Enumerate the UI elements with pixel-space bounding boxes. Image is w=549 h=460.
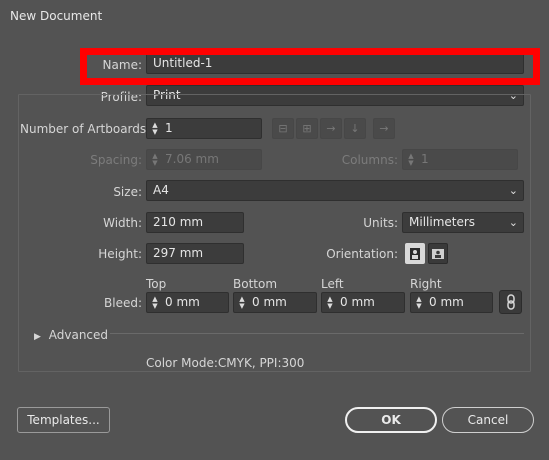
- units-label: Units:: [363, 216, 398, 230]
- stepper-icon[interactable]: ▲ ▼: [149, 294, 161, 311]
- bleed-bottom-stepper[interactable]: ▲ ▼ 0 mm: [233, 292, 317, 313]
- bleed-right-value: 0 mm: [429, 295, 464, 309]
- stepper-icon[interactable]: ▲ ▼: [324, 294, 336, 311]
- size-value: A4: [153, 183, 169, 197]
- width-label: Width:: [103, 216, 142, 230]
- grid-by-column-icon[interactable]: ⊞: [296, 118, 318, 139]
- ok-button[interactable]: OK: [345, 407, 437, 433]
- columns-stepper[interactable]: ▲ ▼ 1: [402, 149, 518, 170]
- color-mode-info: Color Mode:CMYK, PPI:300: [146, 356, 305, 370]
- size-label: Size:: [113, 185, 142, 199]
- link-icon[interactable]: [499, 290, 522, 314]
- artboards-label: Number of Artboards:: [20, 122, 151, 136]
- bleed-right-label: Right: [410, 277, 442, 291]
- bleed-right-stepper[interactable]: ▲ ▼ 0 mm: [410, 292, 493, 313]
- cancel-button[interactable]: Cancel: [442, 407, 534, 433]
- orientation-label: Orientation:: [326, 247, 398, 261]
- bleed-top-stepper[interactable]: ▲ ▼ 0 mm: [146, 292, 229, 313]
- units-dropdown[interactable]: Millimeters ⌄: [402, 212, 524, 233]
- grid-by-row-icon[interactable]: ⊟: [272, 118, 294, 139]
- name-input[interactable]: Untitled-1: [146, 53, 524, 74]
- columns-label: Columns:: [341, 153, 398, 167]
- advanced-label: Advanced: [48, 328, 109, 342]
- stepper-icon[interactable]: ▲ ▼: [149, 120, 161, 137]
- name-label: Name:: [102, 58, 142, 72]
- size-dropdown[interactable]: A4 ⌄: [146, 180, 524, 201]
- bleed-bottom-label: Bottom: [233, 277, 278, 291]
- landscape-icon[interactable]: [428, 243, 448, 264]
- artboards-stepper[interactable]: ▲ ▼ 1: [146, 118, 262, 139]
- advanced-toggle[interactable]: ▶ Advanced: [34, 328, 108, 342]
- stepper-icon[interactable]: ▲ ▼: [413, 294, 425, 311]
- chevron-down-icon: ⌄: [508, 216, 518, 229]
- name-value: Untitled-1: [153, 56, 213, 70]
- stepper-icon[interactable]: ▲ ▼: [405, 151, 417, 168]
- spacing-stepper[interactable]: ▲ ▼ 7.06 mm: [146, 149, 262, 170]
- bleed-bottom-value: 0 mm: [252, 295, 287, 309]
- spacing-label: Spacing:: [90, 153, 142, 167]
- new-document-dialog: Name: Untitled-1 Profile: Print ⌄ Number…: [0, 32, 549, 460]
- chevron-down-icon: ⌄: [508, 184, 518, 197]
- bleed-top-label: Top: [146, 277, 167, 291]
- title-bar: New Document: [0, 0, 549, 32]
- arrange-by-row-icon[interactable]: →: [320, 118, 342, 139]
- height-input[interactable]: 297 mm: [146, 243, 244, 264]
- triangle-right-icon: ▶: [34, 332, 41, 342]
- width-input[interactable]: 210 mm: [146, 212, 244, 233]
- bleed-left-label: Left: [321, 277, 344, 291]
- arrange-by-column-icon[interactable]: ↓: [344, 118, 366, 139]
- height-label: Height:: [98, 247, 142, 261]
- templates-button[interactable]: Templates...: [17, 407, 110, 433]
- stepper-icon[interactable]: ▲ ▼: [149, 151, 161, 168]
- advanced-divider: [110, 333, 524, 334]
- spacing-value: 7.06 mm: [165, 152, 219, 166]
- units-value: Millimeters: [409, 215, 476, 229]
- right-to-left-icon[interactable]: →: [373, 118, 395, 139]
- height-value: 297 mm: [153, 246, 204, 260]
- artboards-value: 1: [165, 121, 173, 135]
- width-value: 210 mm: [153, 215, 204, 229]
- bleed-label: Bleed:: [104, 296, 142, 310]
- stepper-icon[interactable]: ▲ ▼: [236, 294, 248, 311]
- bleed-left-value: 0 mm: [340, 295, 375, 309]
- window-title: New Document: [10, 9, 103, 23]
- columns-value: 1: [421, 152, 429, 166]
- bleed-left-stepper[interactable]: ▲ ▼ 0 mm: [321, 292, 405, 313]
- bleed-top-value: 0 mm: [165, 295, 200, 309]
- portrait-icon[interactable]: [405, 243, 425, 264]
